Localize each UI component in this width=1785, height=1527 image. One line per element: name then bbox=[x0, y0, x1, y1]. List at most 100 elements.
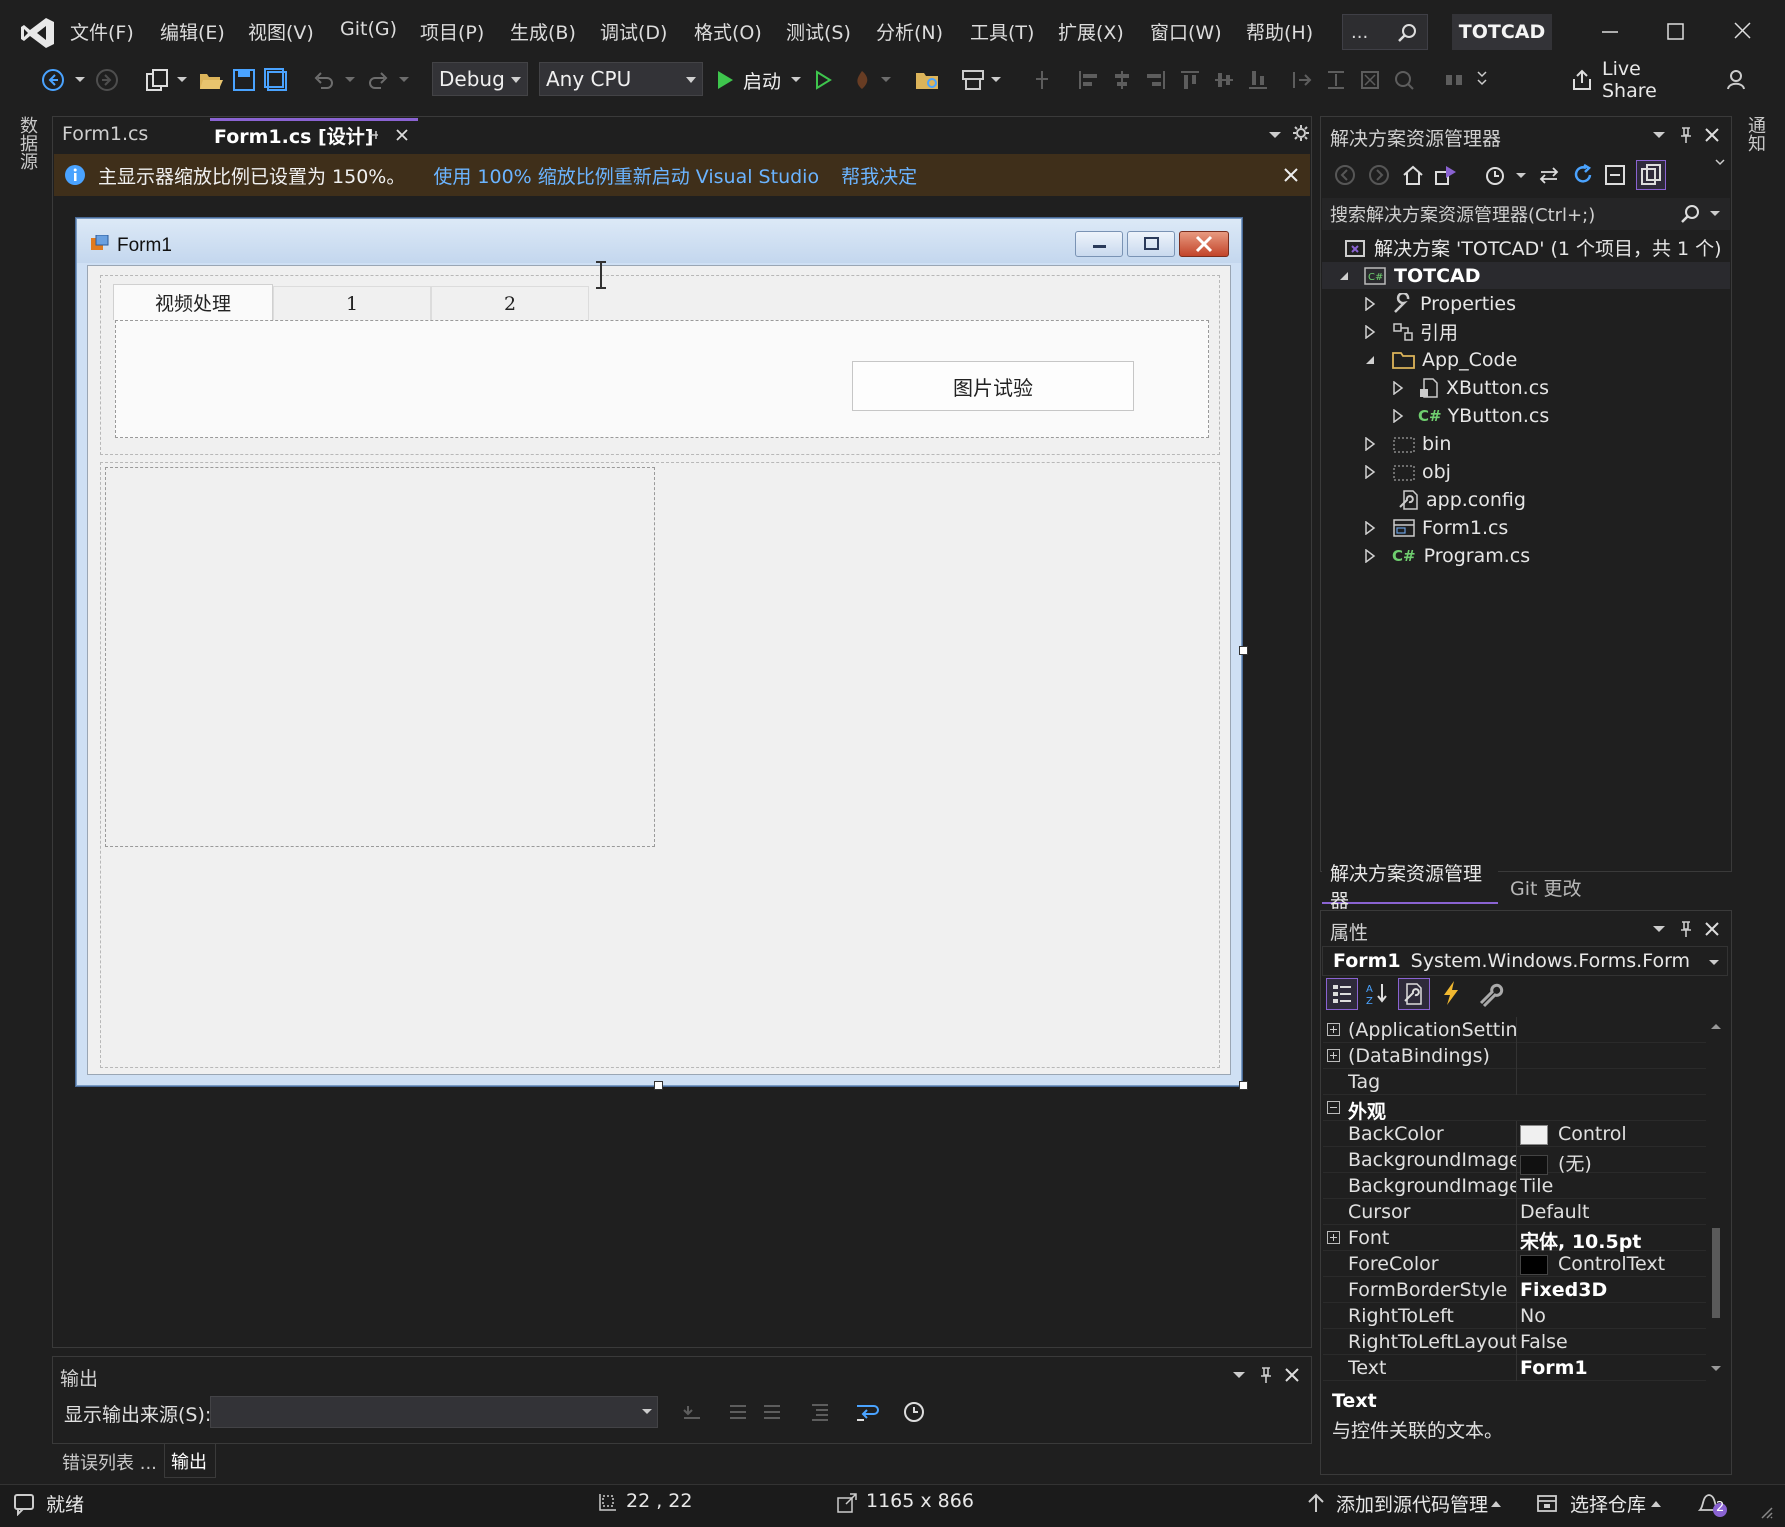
property-row[interactable]: BackColor Control bbox=[1323, 1121, 1706, 1147]
panel-close-icon[interactable] bbox=[1704, 127, 1720, 143]
menu-item[interactable]: 生成(B) bbox=[510, 18, 576, 45]
form-designer-frame[interactable]: Form1 视频处理 1 2 图片试验 bbox=[76, 218, 1242, 1086]
tree-app-code[interactable]: App_Code bbox=[1364, 346, 1517, 373]
save-icon[interactable] bbox=[230, 64, 258, 96]
property-row[interactable]: ForeColor ControlText bbox=[1323, 1251, 1706, 1277]
property-value[interactable]: ControlText bbox=[1520, 1253, 1700, 1275]
tree-program-cs[interactable]: C# Program.cs bbox=[1364, 542, 1530, 569]
undo-dropdown-icon[interactable] bbox=[344, 64, 356, 96]
property-category[interactable]: 外观 bbox=[1323, 1095, 1706, 1123]
resize-handle-right[interactable] bbox=[1239, 646, 1248, 655]
property-row[interactable]: Cursor Default bbox=[1323, 1199, 1706, 1225]
categorized-icon[interactable] bbox=[1326, 978, 1358, 1010]
se-collapse-all-icon[interactable] bbox=[1604, 164, 1626, 186]
solution-explorer-toolbar-icon[interactable] bbox=[912, 64, 942, 96]
se-search-input[interactable]: 搜索解决方案资源管理器(Ctrl+;) bbox=[1322, 198, 1730, 230]
tab-output[interactable]: 输出 bbox=[164, 1444, 216, 1478]
redo-dropdown-icon[interactable] bbox=[398, 64, 410, 96]
add-to-source-control[interactable]: 添加到源代码管理 bbox=[1336, 1490, 1488, 1517]
menu-item[interactable]: 帮助(H) bbox=[1246, 18, 1313, 45]
hot-reload-icon[interactable] bbox=[848, 64, 876, 96]
form-close-button[interactable] bbox=[1179, 231, 1229, 257]
property-row[interactable]: BackgroundImage (无) bbox=[1323, 1147, 1706, 1176]
source-control-arrow-icon[interactable] bbox=[1306, 1492, 1326, 1514]
property-value[interactable]: Control bbox=[1520, 1123, 1700, 1145]
select-repository[interactable]: 选择仓库 bbox=[1570, 1490, 1646, 1517]
start-dropdown-icon[interactable] bbox=[790, 64, 802, 96]
settings-gear-icon[interactable] bbox=[1292, 124, 1310, 142]
se-switch-views-icon[interactable] bbox=[1434, 164, 1458, 186]
forward-nav-icon[interactable] bbox=[94, 64, 120, 96]
tree-form1-cs[interactable]: Form1.cs bbox=[1364, 514, 1508, 541]
form-maximize-button[interactable] bbox=[1127, 231, 1175, 257]
menu-item[interactable]: 调试(D) bbox=[600, 18, 667, 45]
tab-list-dropdown-icon[interactable] bbox=[1268, 130, 1282, 140]
se-sync-icon[interactable] bbox=[1538, 164, 1560, 186]
make-same-height-icon[interactable] bbox=[1324, 64, 1348, 96]
new-project-icon[interactable] bbox=[142, 64, 172, 96]
property-value[interactable]: Default bbox=[1520, 1201, 1700, 1223]
pin-icon[interactable] bbox=[366, 127, 382, 143]
form-tab-video[interactable]: 视频处理 bbox=[113, 284, 273, 320]
property-value[interactable]: Form1 bbox=[1520, 1357, 1700, 1379]
property-row[interactable]: FormBorderStyle Fixed3D bbox=[1323, 1277, 1706, 1303]
expand-icon[interactable] bbox=[1327, 1049, 1340, 1062]
properties-view-icon[interactable] bbox=[1398, 978, 1430, 1010]
property-row[interactable]: BackgroundImageL Tile bbox=[1323, 1173, 1706, 1199]
tree-ybutton[interactable]: C# YButton.cs bbox=[1392, 402, 1549, 429]
property-value[interactable]: Fixed3D bbox=[1520, 1279, 1700, 1301]
props-menu-icon[interactable] bbox=[1652, 924, 1666, 934]
tab-error-list[interactable]: 错误列表 ... bbox=[54, 1446, 164, 1478]
events-icon[interactable] bbox=[1436, 978, 1468, 1010]
property-value[interactable]: No bbox=[1520, 1305, 1700, 1327]
notifications-bell-icon[interactable]: 2 bbox=[1696, 1490, 1730, 1518]
output-close-icon[interactable] bbox=[1284, 1367, 1300, 1383]
se-tab-git-changes[interactable]: Git 更改 bbox=[1502, 870, 1612, 904]
notification-tab[interactable]: 通知 bbox=[1744, 116, 1768, 176]
align-grid-icon[interactable] bbox=[1030, 64, 1054, 96]
se-refresh-icon[interactable] bbox=[1572, 164, 1594, 186]
repository-icon[interactable] bbox=[1536, 1492, 1558, 1514]
property-row[interactable]: (DataBindings) bbox=[1323, 1043, 1706, 1069]
property-row[interactable]: Tag bbox=[1323, 1069, 1706, 1095]
tree-xbutton[interactable]: XButton.cs bbox=[1392, 374, 1549, 401]
maximize-button[interactable] bbox=[1655, 16, 1695, 46]
tree-obj[interactable]: obj bbox=[1364, 458, 1451, 485]
menu-item[interactable]: 编辑(E) bbox=[160, 18, 225, 45]
tab-form1-cs[interactable]: Form1.cs bbox=[54, 118, 206, 150]
new-dropdown-icon[interactable] bbox=[176, 64, 188, 96]
data-source-tab[interactable]: 数据源 bbox=[16, 116, 40, 176]
center-horizontally-icon[interactable] bbox=[1442, 64, 1466, 96]
output-menu-icon[interactable] bbox=[1232, 1370, 1246, 1380]
hot-reload-dropdown-icon[interactable] bbox=[880, 64, 892, 96]
menu-item[interactable]: Git(G) bbox=[340, 18, 397, 40]
add-source-dropdown-icon[interactable] bbox=[1490, 1500, 1502, 1508]
configuration-dropdown[interactable]: Debug bbox=[432, 62, 528, 96]
timestamp-icon[interactable] bbox=[902, 1400, 926, 1424]
expand-icon[interactable] bbox=[1327, 1023, 1340, 1036]
make-same-width-icon[interactable] bbox=[1290, 64, 1314, 96]
property-row[interactable]: Text Form1 bbox=[1323, 1355, 1706, 1381]
output-source-dropdown[interactable] bbox=[210, 1396, 658, 1428]
menu-item[interactable]: 分析(N) bbox=[876, 18, 943, 45]
menu-item[interactable]: 视图(V) bbox=[248, 18, 314, 45]
menu-item[interactable]: 工具(T) bbox=[970, 18, 1034, 45]
tree-app-config[interactable]: app.config bbox=[1392, 486, 1526, 513]
tree-project[interactable]: C# TOTCAD bbox=[1338, 262, 1481, 289]
zoom-icon[interactable] bbox=[1392, 64, 1416, 96]
restart-link[interactable]: 使用 100% 缩放比例重新启动 Visual Studio bbox=[433, 162, 819, 189]
close-info-icon[interactable] bbox=[1282, 166, 1300, 184]
help-decide-link[interactable]: 帮我决定 bbox=[841, 162, 917, 189]
close-tab-icon[interactable] bbox=[394, 127, 410, 143]
align-right-icon[interactable] bbox=[1144, 64, 1168, 96]
property-value[interactable]: (无) bbox=[1520, 1149, 1700, 1176]
se-back-icon[interactable] bbox=[1334, 164, 1356, 186]
menu-item[interactable]: 格式(O) bbox=[694, 18, 762, 45]
align-middle-icon[interactable] bbox=[1212, 64, 1236, 96]
platform-dropdown[interactable]: Any CPU bbox=[539, 62, 703, 96]
word-wrap-icon[interactable] bbox=[854, 1400, 880, 1424]
align-left-icon[interactable] bbox=[1076, 64, 1100, 96]
props-close-icon[interactable] bbox=[1704, 921, 1720, 937]
property-row[interactable]: RightToLeftLayout False bbox=[1323, 1329, 1706, 1355]
picture-box[interactable] bbox=[105, 467, 655, 847]
